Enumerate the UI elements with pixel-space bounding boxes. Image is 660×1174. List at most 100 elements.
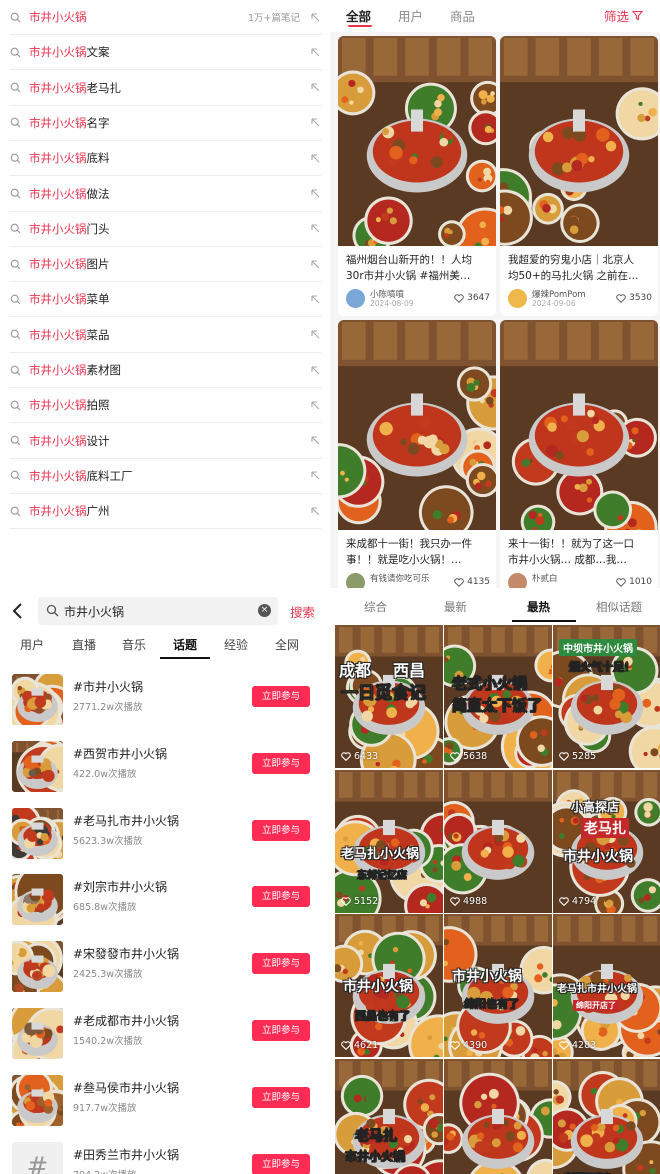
tab-hottest[interactable]: 最热 <box>527 599 550 615</box>
suggestion-item[interactable]: 市井小火锅老马扎 <box>10 71 322 106</box>
topic-row[interactable]: #宋發發市井小火锅 2425.3w次播放 立即参与 <box>0 933 330 999</box>
author-name[interactable]: 有钱请你吃可乐 <box>370 572 430 584</box>
notes-tab-bar: 全部 用户 商品 筛选 <box>330 0 660 32</box>
tab-music[interactable]: 音乐 <box>122 636 146 653</box>
tab-live[interactable]: 直播 <box>72 636 96 653</box>
search-button[interactable]: 搜索 <box>290 602 315 621</box>
topic-row[interactable]: #老马扎市井小火锅 5623.3w次播放 立即参与 <box>0 800 330 866</box>
tab-web[interactable]: 全网 <box>275 636 299 653</box>
note-title: 福州烟台山新开的！！人均 30r市井小火锅 #福州美… <box>346 252 492 284</box>
suggestion-item[interactable]: 市井小火锅拍照 <box>10 388 322 424</box>
suggestion-item[interactable]: 市井小火锅菜品 <box>10 318 322 353</box>
fill-arrow-icon[interactable] <box>310 364 322 376</box>
video-tile[interactable]: 老马扎 市井小火锅 <box>335 1058 443 1174</box>
join-button[interactable]: 立即参与 <box>252 1153 310 1174</box>
join-button[interactable]: 立即参与 <box>252 686 310 707</box>
tab-latest[interactable]: 最新 <box>444 599 467 615</box>
video-tile[interactable]: 成都到石家庄 <box>553 1058 660 1174</box>
like-count[interactable]: 4135 <box>454 577 490 587</box>
video-thumbnail <box>444 1058 552 1174</box>
fill-arrow-icon[interactable] <box>310 117 322 129</box>
tab-users[interactable]: 用户 <box>398 6 423 25</box>
tab-comprehensive[interactable]: 综合 <box>364 599 387 615</box>
video-caption: 小高探店 <box>571 799 620 814</box>
filter-button[interactable]: 筛选 <box>604 6 644 25</box>
join-button[interactable]: 立即参与 <box>252 1086 310 1108</box>
back-arrow-icon[interactable] <box>10 601 26 621</box>
fill-arrow-icon[interactable] <box>310 258 322 270</box>
video-tile[interactable]: 小高探店 老马扎 市井小火锅 4794 <box>553 769 660 913</box>
fill-arrow-icon[interactable] <box>310 293 322 305</box>
tab-experience[interactable]: 经验 <box>224 636 248 653</box>
topic-row[interactable]: # #田秀兰市井小火锅 704.2w次播放 立即参与 <box>0 1134 330 1174</box>
suggestion-suffix: 做法 <box>86 186 110 201</box>
like-count[interactable]: 3647 <box>454 293 490 303</box>
fill-arrow-icon[interactable] <box>310 399 322 411</box>
join-button[interactable]: 立即参与 <box>252 752 310 774</box>
avatar[interactable] <box>346 289 365 308</box>
join-button[interactable]: 立即参与 <box>252 886 310 908</box>
note-card[interactable]: 我超爱的穷鬼小店｜北京人 均50+的马扎火锅 之前在… 爆辣PomPom 2024-0… <box>500 36 658 316</box>
video-tile[interactable]: 成都 西昌 一日觅食记 6433 <box>335 625 443 768</box>
search-input[interactable]: 市井小火锅 × <box>38 597 278 625</box>
topic-play-count: 685.8w次播放 <box>73 902 137 914</box>
avatar[interactable] <box>508 573 527 588</box>
active-tab-indicator <box>160 657 210 659</box>
suggestion-item[interactable]: 市井小火锅菜单 <box>10 282 322 318</box>
video-tile[interactable]: 4988 <box>444 769 552 913</box>
fill-arrow-icon[interactable] <box>310 188 322 200</box>
tab-topics[interactable]: 话题 <box>173 636 197 653</box>
suggestion-item[interactable]: 市井小火锅底料工厂 <box>10 459 322 494</box>
tab-similar-topics[interactable]: 相似话题 <box>596 599 642 615</box>
author-name[interactable]: 朴贰白 <box>532 572 558 584</box>
suggestion-item[interactable]: 市井小火锅名字 <box>10 106 322 141</box>
suggestion-item[interactable]: 市井小火锅门头 <box>10 212 322 247</box>
clear-icon[interactable]: × <box>258 604 271 617</box>
fill-arrow-icon[interactable] <box>310 329 322 341</box>
suggestion-item[interactable]: 市井小火锅素材图 <box>10 353 322 388</box>
suggestion-item[interactable]: 市井小火锅设计 <box>10 424 322 459</box>
video-tile[interactable]: 市井小火锅 西昌也有了 4621 <box>335 914 443 1057</box>
suggestion-item[interactable]: 市井小火锅广州 <box>10 494 322 530</box>
video-tile[interactable]: 中坝市井小火锅 烟火气十足！ 5285 <box>553 625 660 768</box>
note-card[interactable]: 福州烟台山新开的！！人均 30r市井小火锅 #福州美… 小陈噴噴 2024-08-09… <box>338 36 496 316</box>
join-button[interactable]: 立即参与 <box>252 953 310 975</box>
fill-arrow-icon[interactable] <box>310 82 322 94</box>
video-tile[interactable]: 市井小火锅 绵阳也有了 4390 <box>444 914 552 1057</box>
suggestion-item[interactable]: 市井小火锅 1万+篇笔记 <box>10 0 322 35</box>
video-tile[interactable]: 老式小火锅 简直太下饭了 5638 <box>444 625 552 768</box>
avatar[interactable] <box>508 289 527 308</box>
topic-row[interactable]: #市井小火锅 2771.2w次播放 立即参与 <box>0 666 330 732</box>
video-tile[interactable] <box>444 1058 552 1174</box>
video-tile[interactable]: 老马扎市井小火锅 绵阳开店了 4283 <box>553 914 660 1057</box>
suggestion-item[interactable]: 市井小火锅底料 <box>10 141 322 177</box>
suggestion-item[interactable]: 市井小火锅图片 <box>10 247 322 283</box>
search-icon <box>10 46 22 58</box>
topic-row[interactable]: #老成都市井小火锅 1540.2w次播放 立即参与 <box>0 1000 330 1066</box>
like-count[interactable]: 1010 <box>616 577 652 587</box>
fill-arrow-icon[interactable] <box>310 470 322 482</box>
fill-arrow-icon[interactable] <box>310 11 322 23</box>
tab-goods[interactable]: 商品 <box>450 6 475 25</box>
fill-arrow-icon[interactable] <box>310 505 322 517</box>
video-caption: 老式小火锅 <box>452 674 528 693</box>
fill-arrow-icon[interactable] <box>310 223 322 235</box>
fill-arrow-icon[interactable] <box>310 435 322 447</box>
tab-all[interactable]: 全部 <box>346 6 371 25</box>
join-button[interactable]: 立即参与 <box>252 1020 310 1041</box>
join-button[interactable]: 立即参与 <box>252 819 310 841</box>
suggestion-item[interactable]: 市井小火锅文案 <box>10 35 322 71</box>
note-card[interactable]: 来十一街！！就为了这一口 市井小火锅… 成都…我… 朴贰白 1010 <box>500 320 658 588</box>
topic-row[interactable]: #西贺市井小火锅 422.0w次播放 立即参与 <box>0 733 330 799</box>
tab-users[interactable]: 用户 <box>20 636 44 653</box>
fill-arrow-icon[interactable] <box>310 152 322 164</box>
like-count[interactable]: 3530 <box>616 293 652 303</box>
suggestion-suffix: 素材图 <box>86 363 122 377</box>
fill-arrow-icon[interactable] <box>310 46 322 58</box>
video-tile[interactable]: 老马扎小火锅 东郊记忆店 5152 <box>335 769 443 913</box>
topic-row[interactable]: #叁马侯市井小火锅 917.7w次播放 立即参与 <box>0 1067 330 1133</box>
avatar[interactable] <box>346 573 365 588</box>
suggestion-item[interactable]: 市井小火锅做法 <box>10 177 322 212</box>
topic-row[interactable]: #刘宗市井小火锅 685.8w次播放 立即参与 <box>0 866 330 932</box>
note-card[interactable]: 来成都十一街！我只办一件 事！！就是吃小火锅！… 有钱请你吃可乐 4135 <box>338 320 496 588</box>
